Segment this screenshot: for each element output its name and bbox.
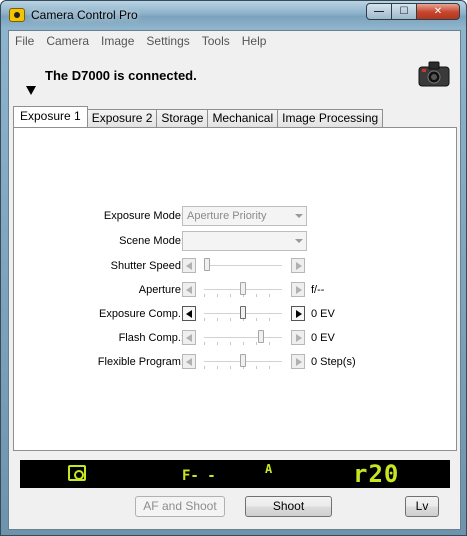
app-window: Camera Control Pro — ☐ ✕ File Camera Ima…: [0, 0, 467, 536]
connection-status: The D7000 is connected.: [45, 68, 197, 83]
aperture-slider-thumb[interactable]: [240, 282, 246, 295]
scene-mode-row: Scene Mode:: [14, 231, 458, 251]
exposure-mode-value: Aperture Priority: [187, 210, 267, 222]
shutter-speed-slider-thumb[interactable]: [204, 258, 210, 271]
minimize-button[interactable]: —: [366, 3, 392, 20]
menu-settings[interactable]: Settings: [140, 31, 195, 51]
flash-comp-decrease-button[interactable]: [182, 330, 196, 345]
chevron-down-icon: [295, 239, 303, 243]
shutter-speed-decrease-button[interactable]: [182, 258, 196, 273]
flash-comp-label: Flash Comp.:: [118, 332, 184, 344]
shutter-speed-row: Shutter Speed:: [14, 256, 458, 276]
af-and-shoot-button[interactable]: AF and Shoot: [135, 496, 225, 517]
camera-icon: [418, 61, 450, 87]
aperture-increase-button[interactable]: [291, 282, 305, 297]
flash-comp-slider-ticks: [204, 342, 282, 345]
flash-comp-increase-button[interactable]: [291, 330, 305, 345]
arrow-left-icon: [186, 310, 192, 318]
flexible-program-decrease-button[interactable]: [182, 354, 196, 369]
arrow-right-icon: [296, 286, 302, 294]
aperture-decrease-button[interactable]: [182, 282, 196, 297]
menu-file[interactable]: File: [9, 31, 40, 51]
exposure-comp-value: 0 EV: [311, 308, 335, 320]
shutter-speed-label: Shutter Speed:: [110, 260, 184, 272]
scene-mode-select[interactable]: [182, 231, 307, 251]
tab-storage[interactable]: Storage: [156, 109, 209, 127]
exposure-1-panel: Exposure Mode: Aperture Priority Scene M…: [13, 127, 457, 451]
shutter-speed-increase-button[interactable]: [291, 258, 305, 273]
window-controls: — ☐ ✕: [366, 3, 460, 20]
title-bar[interactable]: Camera Control Pro — ☐ ✕: [1, 1, 466, 29]
exposure-mode-select[interactable]: Aperture Priority: [182, 206, 307, 226]
lcd-remaining-readout: r20: [353, 460, 400, 488]
window-title: Camera Control Pro: [31, 8, 138, 22]
flexible-program-increase-button[interactable]: [291, 354, 305, 369]
tab-exposure-2[interactable]: Exposure 2: [86, 109, 158, 127]
arrow-right-icon: [296, 358, 302, 366]
tab-strip: Exposure 1 Exposure 2 Storage Mechanical…: [13, 106, 384, 127]
flash-comp-value: 0 EV: [311, 332, 335, 344]
arrow-right-icon: [296, 310, 302, 318]
menu-tools[interactable]: Tools: [196, 31, 236, 51]
app-icon: [9, 8, 25, 22]
scene-mode-label: Scene Mode:: [119, 235, 184, 247]
flash-indicator-icon: [68, 465, 86, 481]
exposure-comp-row: Exposure Comp.: 0 EV: [14, 304, 458, 324]
collapse-arrow-icon[interactable]: [26, 86, 36, 95]
flash-comp-slider-thumb[interactable]: [258, 330, 264, 343]
arrow-left-icon: [186, 334, 192, 342]
maximize-button[interactable]: ☐: [391, 3, 417, 20]
exposure-mode-label: Exposure Mode:: [103, 210, 184, 222]
exposure-comp-decrease-button[interactable]: [182, 306, 196, 321]
menu-bar: File Camera Image Settings Tools Help: [9, 31, 460, 51]
menu-help[interactable]: Help: [236, 31, 273, 51]
flexible-program-value: 0 Step(s): [311, 356, 356, 368]
tab-exposure-1[interactable]: Exposure 1: [13, 106, 88, 127]
tab-mechanical[interactable]: Mechanical: [207, 109, 279, 127]
lcd-mode-readout: A: [265, 462, 273, 476]
arrow-left-icon: [186, 358, 192, 366]
aperture-label: Aperture:: [138, 284, 184, 296]
aperture-row: Aperture: f/--: [14, 280, 458, 300]
arrow-right-icon: [296, 334, 302, 342]
menu-image[interactable]: Image: [95, 31, 140, 51]
flash-comp-row: Flash Comp.: 0 EV: [14, 328, 458, 348]
menu-camera[interactable]: Camera: [40, 31, 95, 51]
close-button[interactable]: ✕: [416, 3, 460, 20]
live-view-button[interactable]: Lv: [405, 496, 439, 517]
arrow-left-icon: [186, 286, 192, 294]
exposure-comp-increase-button[interactable]: [291, 306, 305, 321]
flexible-program-row: Flexible Program: 0 Step(s): [14, 352, 458, 372]
flexible-program-label: Flexible Program:: [97, 356, 184, 368]
tab-image-processing[interactable]: Image Processing: [277, 109, 384, 127]
arrow-left-icon: [186, 262, 192, 270]
exposure-mode-row: Exposure Mode: Aperture Priority: [14, 206, 458, 226]
arrow-right-icon: [296, 262, 302, 270]
flexible-program-slider-thumb[interactable]: [240, 354, 246, 367]
lcd-status-display: F- - A r20: [20, 460, 450, 488]
flash-comp-slider-track[interactable]: [204, 337, 282, 339]
aperture-value: f/--: [311, 284, 325, 296]
exposure-comp-slider-thumb[interactable]: [240, 306, 246, 319]
lcd-aperture-readout: F- -: [182, 468, 216, 484]
client-area: File Camera Image Settings Tools Help Th…: [8, 30, 461, 530]
chevron-down-icon: [295, 214, 303, 218]
exposure-comp-label: Exposure Comp.:: [99, 308, 184, 320]
shutter-speed-slider-track[interactable]: [204, 265, 282, 267]
shoot-button[interactable]: Shoot: [245, 496, 332, 517]
